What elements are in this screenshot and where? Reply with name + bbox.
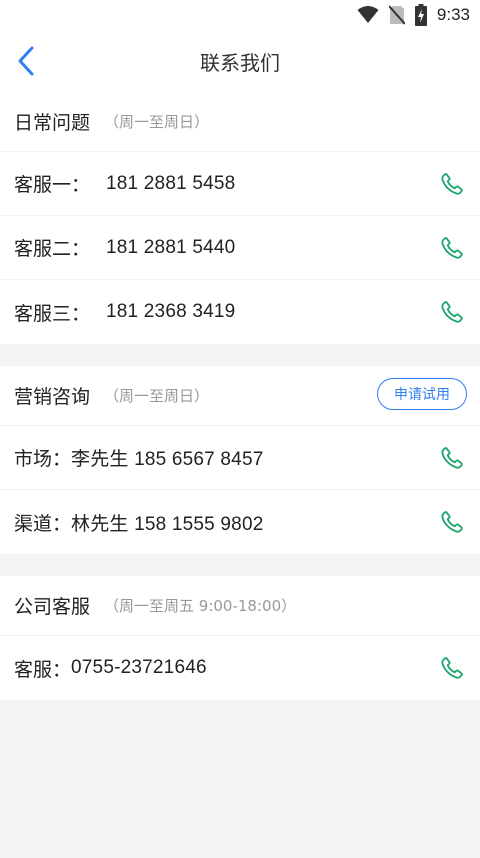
phone-call-button[interactable] <box>438 508 466 536</box>
chevron-left-icon <box>18 46 34 76</box>
section-header: 日常问题 （周一至周日） <box>0 92 480 152</box>
contact-row: 客服三： 181 2368 3419 <box>0 280 480 344</box>
contact-row: 市场： 李先生 185 6567 8457 <box>0 426 480 490</box>
section-hours: （周一至周日） <box>104 387 210 405</box>
phone-call-button[interactable] <box>438 170 466 198</box>
phone-icon <box>441 301 463 323</box>
section-hours: （周一至周五 9:00-18:00） <box>104 597 297 615</box>
no-sim-icon <box>388 5 405 25</box>
phone-call-button[interactable] <box>438 298 466 326</box>
phone-icon <box>441 236 463 259</box>
wifi-icon <box>357 6 379 24</box>
contact-label: 市场： <box>14 448 72 470</box>
phone-call-button[interactable] <box>438 234 466 262</box>
section-title: 营销咨询 <box>14 386 91 408</box>
phone-call-button[interactable] <box>438 444 466 472</box>
back-button[interactable] <box>6 40 46 82</box>
phone-call-button[interactable] <box>438 654 466 682</box>
status-time: 9:33 <box>436 5 470 24</box>
battery-charging-icon <box>414 4 427 26</box>
contact-phone: 0755-23721646 <box>71 657 207 678</box>
contact-phone: 181 2881 5458 <box>106 172 236 194</box>
page-title: 联系我们 <box>200 50 280 75</box>
section-company: 公司客服 （周一至周五 9:00-18:00） 客服： 0755-2372164… <box>0 576 480 700</box>
section-header: 营销咨询 （周一至周日） 申请试用 <box>0 366 480 426</box>
contact-row: 客服一： 181 2881 5458 <box>0 152 480 216</box>
section-marketing: 营销咨询 （周一至周日） 申请试用 市场： 李先生 185 6567 8457 … <box>0 366 480 554</box>
phone-icon <box>441 657 463 679</box>
section-hours: （周一至周日） <box>104 113 210 131</box>
section-title: 公司客服 <box>14 596 91 618</box>
phone-icon <box>441 511 463 533</box>
contact-phone: 181 2881 5440 <box>106 236 236 258</box>
contact-phone: 181 2368 3419 <box>106 301 236 322</box>
contact-label: 渠道： <box>14 512 72 535</box>
section-header: 公司客服 （周一至周五 9:00-18:00） <box>0 576 480 636</box>
contact-label: 客服： <box>14 658 72 681</box>
section-daily: 日常问题 （周一至周日） 客服一： 181 2881 5458 客服二： 181… <box>0 92 480 344</box>
contact-label: 客服三： <box>14 302 91 325</box>
apply-trial-button[interactable]: 申请试用 <box>377 378 467 410</box>
contact-row: 渠道： 林先生 158 1555 9802 <box>0 490 480 554</box>
contact-label: 客服二： <box>14 238 91 260</box>
contact-phone: 林先生 158 1555 9802 <box>71 513 264 535</box>
contact-row: 客服： 0755-23721646 <box>0 636 480 700</box>
contact-label: 客服一： <box>14 174 91 196</box>
app-header: 联系我们 <box>0 30 480 92</box>
section-title: 日常问题 <box>14 112 91 134</box>
contact-row: 客服二： 181 2881 5440 <box>0 216 480 280</box>
phone-icon <box>441 172 463 195</box>
status-bar: 9:33 <box>0 0 480 30</box>
phone-icon <box>441 446 463 469</box>
contact-phone: 李先生 185 6567 8457 <box>71 449 264 470</box>
